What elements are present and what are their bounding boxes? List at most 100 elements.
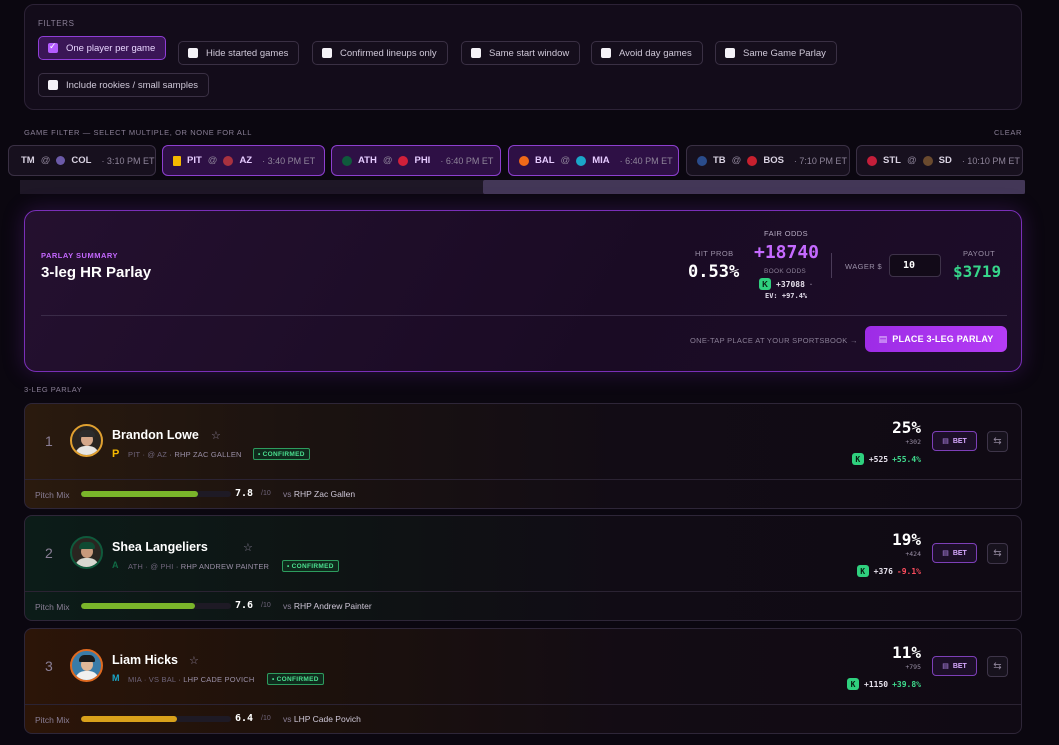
book-line: K +525 +55.4% <box>851 453 921 465</box>
filter-confirmed-lineups-only[interactable]: Confirmed lineups only <box>312 41 448 65</box>
favorite-star-icon[interactable]: ☆ <box>189 654 199 667</box>
bet-button[interactable]: ▤ BET <box>932 656 977 676</box>
hit-prob-label: HIT PROB <box>695 249 734 258</box>
game-chip-stl-sd[interactable]: STL @ SD · 10:10 PM ET <box>856 145 1023 176</box>
az-logo-icon <box>223 155 234 166</box>
lineup-status-badge: • CONFIRMED <box>282 560 339 572</box>
game-time: · 6:40 PM ET <box>440 155 494 166</box>
book-odds-label: BOOK ODDS <box>764 268 807 275</box>
leg-number: 3 <box>45 658 53 674</box>
game-chip-tb-bos[interactable]: TB @ BOS · 7:10 PM ET <box>686 145 850 176</box>
bos-logo-icon <box>747 155 758 166</box>
player-name: Brandon Lowe <box>112 428 199 442</box>
game-filter-label: GAME FILTER — SELECT MULTIPLE, OR NONE F… <box>24 128 253 137</box>
fair-odds-label: FAIR ODDS <box>764 229 809 238</box>
ticket-icon: ▤ <box>942 663 949 670</box>
away-team: STL <box>883 155 901 166</box>
at-symbol: @ <box>207 155 218 166</box>
pitch-mix-label: Pitch Mix <box>35 715 70 725</box>
away-team: PIT <box>187 155 202 166</box>
filter-include-rookies[interactable]: Include rookies / small samples <box>38 73 209 97</box>
pitch-mix-label: Pitch Mix <box>35 602 70 612</box>
away-team: TM <box>21 155 35 166</box>
favorite-star-icon[interactable]: ☆ <box>243 541 253 554</box>
filter-same-start-window[interactable]: Same start window <box>461 41 581 65</box>
pitch-mix-score: 6.4 <box>235 713 254 724</box>
filter-hide-started-games[interactable]: Hide started games <box>178 41 300 65</box>
filter-avoid-day-games[interactable]: Avoid day games <box>591 41 703 65</box>
home-team: PHI <box>414 155 431 166</box>
mia-logo-icon: M <box>112 673 120 683</box>
parlay-leg-card: 1 Brandon Lowe ☆ P PIT · @ AZ · RHP ZAC … <box>24 403 1022 509</box>
player-matchup: MIA · VS BAL · LHP CADE POVICH <box>128 675 255 684</box>
parlay-leg-card: 3 Liam Hicks ☆ M MIA · VS BAL · LHP CADE… <box>24 628 1022 734</box>
place-parlay-label: PLACE 3-LEG PARLAY <box>892 334 994 344</box>
place-parlay-button[interactable]: ▤ PLACE 3-LEG PARLAY <box>865 326 1007 352</box>
games-scrollbar-thumb[interactable] <box>483 180 1025 194</box>
bet-button[interactable]: ▤ BET <box>932 543 977 563</box>
pitch-mix-label: Pitch Mix <box>35 490 70 500</box>
filter-label: Include rookies / small samples <box>66 79 198 91</box>
checkbox-icon <box>48 80 58 90</box>
bet-button[interactable]: ▤ BET <box>932 431 977 451</box>
favorite-star-icon[interactable]: ☆ <box>211 429 221 442</box>
hit-prob-value: 0.53% <box>688 262 740 282</box>
parlay-summary-label: PARLAY SUMMARY <box>41 251 119 260</box>
at-symbol: @ <box>906 155 917 166</box>
player-name: Shea Langeliers <box>112 540 208 554</box>
leg-number: 1 <box>45 433 53 449</box>
home-team: BOS <box>763 155 784 166</box>
game-chip-ath-phi[interactable]: ATH @ PHI · 6:40 PM ET <box>331 145 501 176</box>
pitch-mix-fill <box>81 603 195 609</box>
fair-odds: +302 <box>905 438 921 446</box>
phi-logo-icon <box>398 155 409 166</box>
swap-icon[interactable]: ⇆ <box>987 656 1008 677</box>
filter-same-game-parlay[interactable]: Same Game Parlay <box>715 41 837 65</box>
game-chip-bal-mia[interactable]: BAL @ MIA · 6:40 PM ET <box>508 145 679 176</box>
at-symbol: @ <box>382 155 393 166</box>
lineup-status-badge: • CONFIRMED <box>253 448 310 460</box>
game-time: · 3:10 PM ET <box>101 155 155 166</box>
player-avatar <box>70 649 103 682</box>
pitch-mix-fill <box>81 716 177 722</box>
pit-logo-icon: P <box>112 448 120 460</box>
player-avatar <box>70 536 103 569</box>
ath-logo-icon: A <box>112 560 119 570</box>
game-chip-col[interactable]: TM @ COL · 3:10 PM ET <box>8 145 156 176</box>
home-team: MIA <box>592 155 610 166</box>
wager-input[interactable]: 10 <box>889 254 941 277</box>
leg-divider <box>25 479 1021 480</box>
game-time: · 3:40 PM ET <box>262 155 316 166</box>
hit-probability: 11% <box>892 643 921 662</box>
fair-odds-value: +18740 <box>754 242 820 263</box>
game-chip-pit-az[interactable]: PIT @ AZ · 3:40 PM ET <box>162 145 325 176</box>
away-team: BAL <box>535 155 555 166</box>
filter-one-player-per-game[interactable]: One player per game <box>38 36 167 60</box>
filter-label: Confirmed lineups only <box>340 47 437 59</box>
parlay-leg-card: 2 Shea Langeliers ☆ A ATH · @ PHI · RHP … <box>24 515 1022 621</box>
checkbox-icon <box>471 48 481 58</box>
tb-logo-icon <box>697 155 707 166</box>
home-team: SD <box>938 155 952 166</box>
swap-icon[interactable]: ⇆ <box>987 543 1008 564</box>
swap-icon[interactable]: ⇆ <box>987 431 1008 452</box>
col-logo-icon <box>56 156 66 165</box>
pitch-mix-scale: /10 <box>261 490 271 497</box>
summary-divider-horizontal <box>41 315 1007 316</box>
checkbox-checked-icon <box>48 41 58 53</box>
summary-divider <box>831 253 832 278</box>
leg-number: 2 <box>45 545 53 561</box>
one-tap-hint: ONE-TAP PLACE AT YOUR SPORTSBOOK → <box>690 336 858 345</box>
lineup-status-badge: • CONFIRMED <box>267 673 324 685</box>
clear-games-button[interactable]: CLEAR <box>994 128 1022 137</box>
hit-probability: 25% <box>892 418 921 437</box>
player-name: Liam Hicks <box>112 653 179 667</box>
pitch-mix-opponent: vs RHP Zac Gallen <box>283 489 356 499</box>
payout-label: PAYOUT <box>963 249 996 258</box>
leg-divider <box>25 591 1021 592</box>
ticket-icon: ▤ <box>878 333 888 344</box>
game-time: · 10:10 PM ET <box>961 155 1020 166</box>
pitch-mix-score: 7.6 <box>235 600 254 611</box>
sportsbook-k-icon: K <box>847 678 859 690</box>
filter-label: One player per game <box>66 42 156 54</box>
